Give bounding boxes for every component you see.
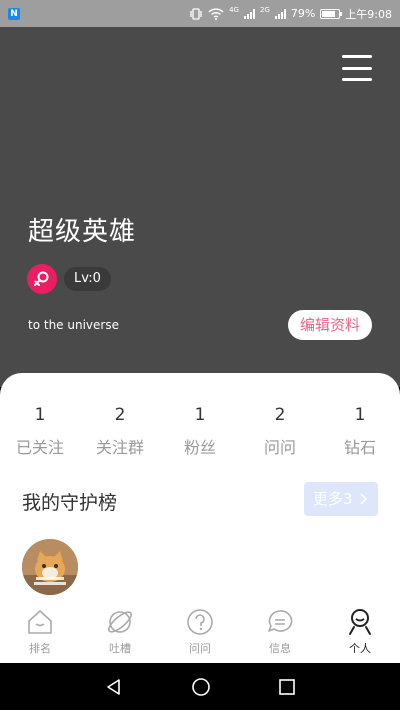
stat-label: 已关注: [15, 438, 64, 457]
avatar[interactable]: [22, 539, 78, 595]
system-nav-bar: [0, 663, 400, 710]
edit-profile-button[interactable]: 编辑资料: [287, 310, 372, 340]
question-circle-icon: [187, 609, 213, 635]
profile-header: 超级英雄 Lv:0 to the universe 编辑资料: [0, 27, 400, 387]
tab-roast[interactable]: 吐槽: [80, 603, 160, 663]
battery-icon: [320, 8, 343, 19]
stat-count: 1: [194, 405, 206, 425]
stat-diamonds[interactable]: 1 钻石: [320, 403, 400, 458]
stat-count: 2: [114, 405, 126, 425]
tab-questions[interactable]: 问问: [160, 603, 240, 663]
stat-label: 钻石: [343, 438, 376, 457]
planet-icon: [108, 611, 132, 633]
tab-label: 个人: [349, 642, 371, 655]
tab-label: 信息: [269, 642, 291, 655]
recents-square-icon[interactable]: [278, 678, 296, 696]
stat-following[interactable]: 1 已关注: [0, 403, 80, 458]
username: 超级英雄: [28, 217, 137, 247]
stat-questions[interactable]: 2 问问: [240, 403, 320, 458]
more-label: 更多3: [312, 490, 353, 508]
tab-ranking[interactable]: 排名: [0, 603, 80, 663]
wifi-icon: [208, 7, 224, 20]
level-badge: Lv:0: [64, 267, 111, 291]
tab-label: 问问: [189, 642, 211, 655]
content-card: 1 已关注 2 关注群 1 粉丝 2 问问 1 钻石 我的守护榜 更多3: [0, 373, 400, 603]
person-icon: [349, 609, 371, 635]
tab-profile[interactable]: 个人: [320, 603, 400, 663]
chevron-right-icon: [360, 493, 368, 505]
tab-label: 吐槽: [109, 642, 131, 655]
network-type-4g: 4G: [229, 5, 239, 14]
status-indicators: 4G 2G 79% 上午9:08: [189, 6, 392, 22]
female-icon: [27, 264, 57, 294]
more-button[interactable]: 更多3: [304, 482, 378, 516]
stat-groups[interactable]: 2 关注群: [80, 403, 160, 458]
stat-label: 粉丝: [183, 438, 216, 457]
bottom-tab-bar: 排名 吐槽 问问 信息 个人: [0, 603, 400, 663]
hamburger-menu-icon[interactable]: [342, 53, 372, 83]
tab-messages[interactable]: 信息: [240, 603, 320, 663]
battery-percent: 79%: [290, 7, 316, 20]
vibrate-icon: [190, 7, 202, 20]
network-type-2g: 2G: [259, 5, 270, 14]
back-triangle-icon[interactable]: [104, 677, 124, 697]
status-bar: N 4G 2G 79% 上午9:08: [0, 0, 400, 27]
stat-count: 1: [34, 405, 46, 425]
signature: to the universe: [28, 318, 119, 332]
status-time: 上午9:08: [345, 7, 392, 21]
stat-label: 问问: [263, 438, 296, 457]
stat-count: 1: [354, 405, 366, 425]
stat-label: 关注群: [95, 438, 144, 457]
stats-row: 1 已关注 2 关注群 1 粉丝 2 问问 1 钻石: [0, 403, 400, 458]
stat-count: 2: [274, 405, 286, 425]
signal-icon: [243, 8, 255, 19]
stat-fans[interactable]: 1 粉丝: [160, 403, 240, 458]
signal-icon-2: [274, 8, 286, 19]
house-icon: [28, 610, 52, 634]
tab-label: 排名: [29, 642, 51, 655]
guard-list-title: 我的守护榜: [22, 492, 118, 514]
chat-bubble-icon: [268, 610, 293, 632]
n-app-icon: N: [8, 7, 20, 20]
home-circle-icon[interactable]: [191, 677, 211, 697]
